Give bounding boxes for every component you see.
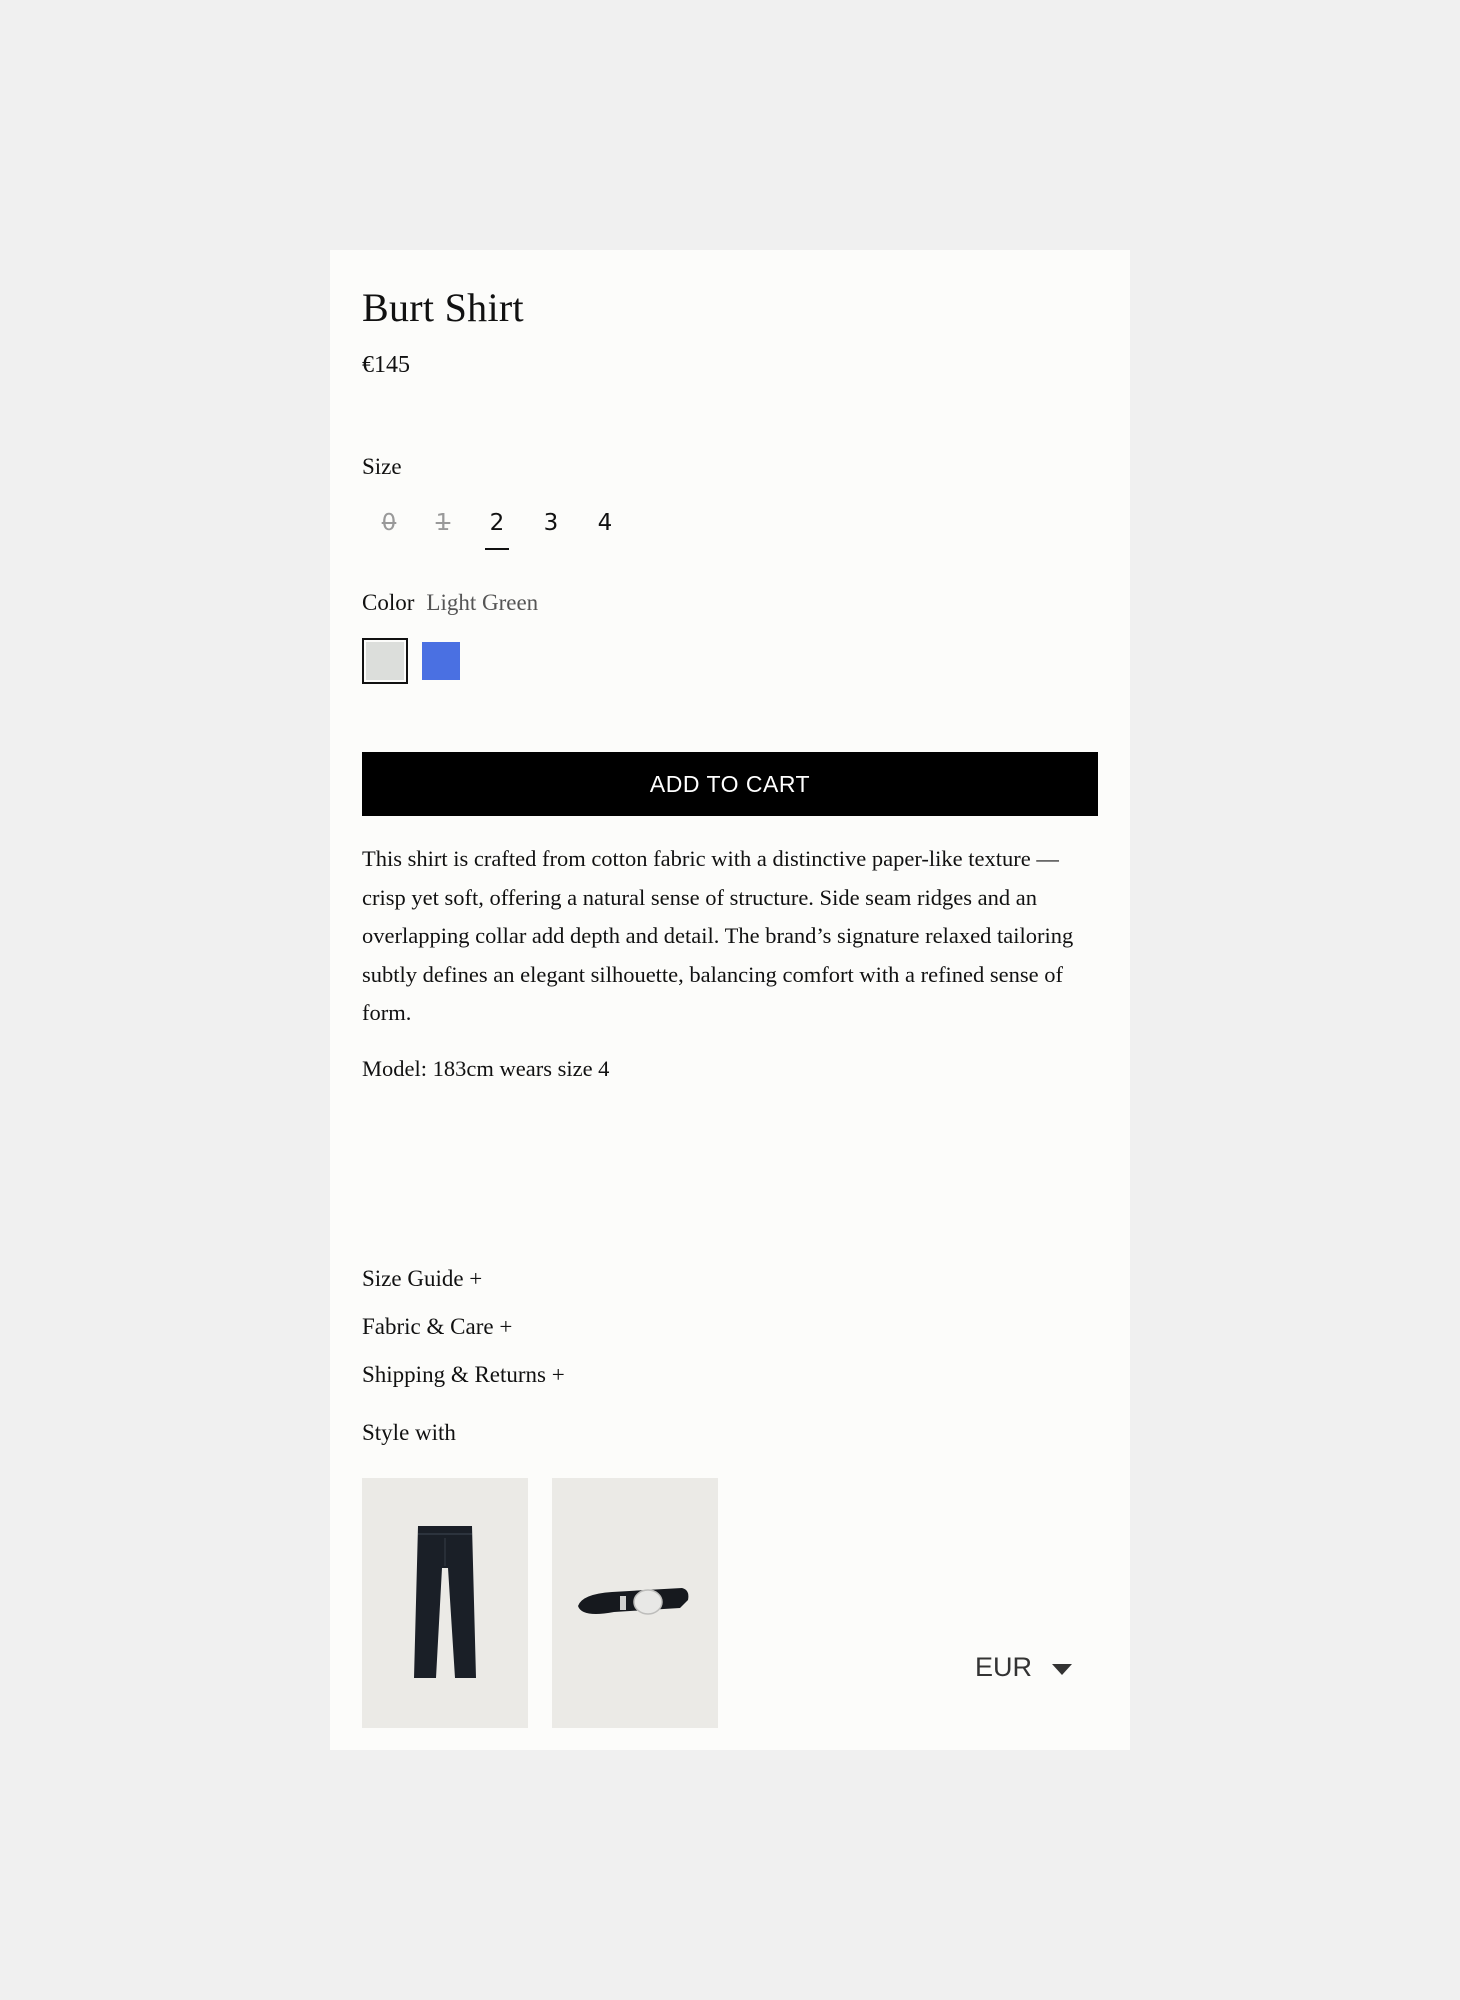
color-swatch-blue[interactable] [422,642,460,680]
style-with-belt[interactable] [552,1478,718,1728]
accordion-shipping-returns[interactable]: Shipping & Returns + [362,1362,565,1388]
model-info: Model: 183cm wears size 4 [362,1056,610,1081]
product-title: Burt Shirt [362,285,524,330]
color-swatch-light-green[interactable] [362,638,408,684]
product-price: €145 [362,352,410,378]
color-label: Color [362,590,415,615]
accordion-fabric-care[interactable]: Fabric & Care + [362,1314,512,1340]
currency-value: EUR [975,1652,1033,1682]
size-option-2[interactable]: 2 [470,510,524,550]
color-swatches [362,638,460,684]
size-option-4[interactable]: 4 [578,510,632,550]
size-label: Size [362,454,402,479]
size-option-3[interactable]: 3 [524,510,578,550]
swatch-fill [366,642,404,680]
size-option-0[interactable]: 0 [362,510,416,550]
selected-color-name: Light Green [426,590,539,615]
size-selector: 0 1 2 3 4 [362,510,632,550]
product-panel: Burt Shirt €145 Size 0 1 2 3 4 Color Ligh… [330,250,1130,1750]
product-description: This shirt is crafted from cotton fabric… [362,846,1074,1025]
style-with-label[interactable]: Style with [362,1420,456,1446]
color-row: Color Light Green [362,590,538,616]
caret-down-icon [1052,1664,1073,1675]
add-to-cart-button[interactable]: ADD TO CART [362,752,1098,816]
size-option-1[interactable]: 1 [416,510,470,550]
belt-image [578,1588,689,1615]
trousers-image [414,1526,476,1678]
style-with-trousers[interactable] [362,1478,528,1728]
currency-selector[interactable]: EUR [975,1652,1073,1683]
accordion-size-guide[interactable]: Size Guide + [362,1266,482,1292]
